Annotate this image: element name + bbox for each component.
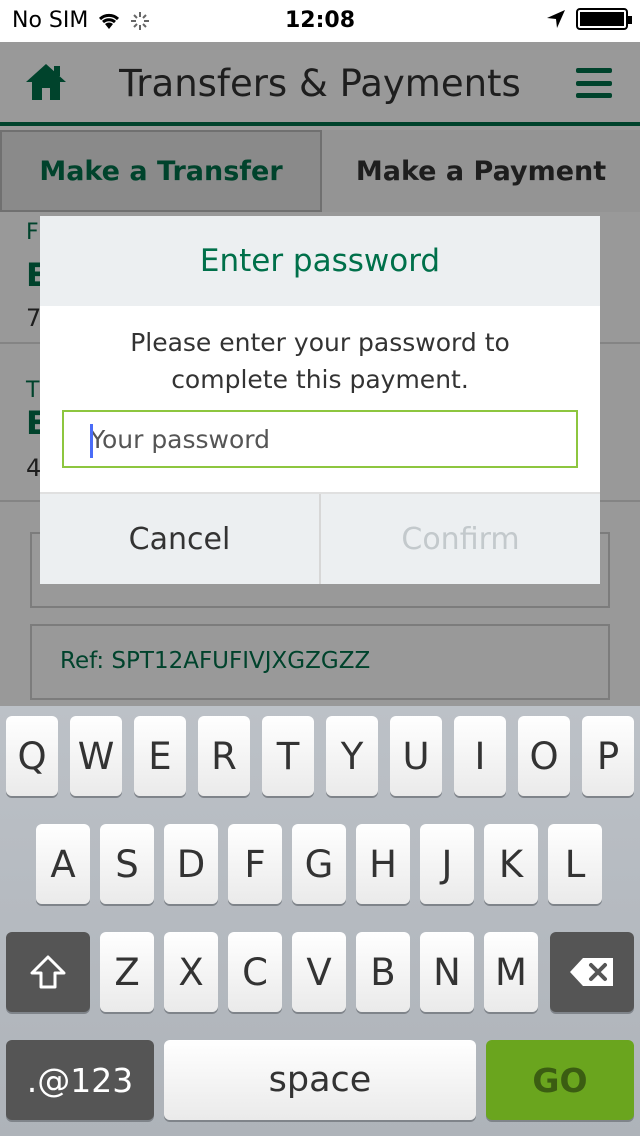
key-u[interactable]: U (390, 716, 442, 796)
key-b[interactable]: B (356, 932, 410, 1012)
key-k[interactable]: K (484, 824, 538, 904)
key-z[interactable]: Z (100, 932, 154, 1012)
key-j[interactable]: J (420, 824, 474, 904)
key-h[interactable]: H (356, 824, 410, 904)
key-l[interactable]: L (548, 824, 602, 904)
status-right (546, 8, 632, 30)
key-o[interactable]: O (518, 716, 570, 796)
confirm-button[interactable]: Confirm (321, 494, 600, 584)
key-t[interactable]: T (262, 716, 314, 796)
key-f[interactable]: F (228, 824, 282, 904)
backspace-icon (570, 958, 613, 986)
password-input[interactable] (64, 412, 576, 466)
battery-icon (576, 8, 632, 30)
key-d[interactable]: D (164, 824, 218, 904)
key-x[interactable]: X (164, 932, 218, 1012)
key-m[interactable]: M (484, 932, 538, 1012)
key-q[interactable]: Q (6, 716, 58, 796)
key-r[interactable]: R (198, 716, 250, 796)
onscreen-keyboard: Q W E R T Y U I O P A S D F G H J K L Z … (0, 706, 640, 1136)
status-time: 12:08 (284, 8, 356, 33)
shift-key[interactable] (6, 932, 90, 1012)
key-p[interactable]: P (582, 716, 634, 796)
text-caret (90, 424, 93, 458)
cancel-button[interactable]: Cancel (40, 494, 321, 584)
location-arrow-icon (547, 10, 565, 28)
dialog-message: Please enter your password to complete t… (40, 324, 600, 398)
dialog-title: Enter password (40, 216, 600, 306)
key-g[interactable]: G (292, 824, 346, 904)
space-key[interactable]: space (164, 1040, 476, 1120)
key-v[interactable]: V (292, 932, 346, 1012)
key-i[interactable]: I (454, 716, 506, 796)
key-s[interactable]: S (100, 824, 154, 904)
key-w[interactable]: W (70, 716, 122, 796)
go-key[interactable]: GO (486, 1040, 634, 1120)
key-y[interactable]: Y (326, 716, 378, 796)
dialog-buttons: Cancel Confirm (40, 492, 600, 584)
password-field-container (62, 410, 578, 468)
key-c[interactable]: C (228, 932, 282, 1012)
key-a[interactable]: A (36, 824, 90, 904)
numbers-key[interactable]: .@123 (6, 1040, 154, 1120)
password-dialog: Enter password Please enter your passwor… (40, 216, 600, 584)
shift-arrow-icon (30, 955, 66, 989)
status-bar: No SIM 12:08 (0, 0, 640, 42)
key-e[interactable]: E (134, 716, 186, 796)
dialog-message-line-2: complete this payment. (171, 365, 469, 394)
key-n[interactable]: N (420, 932, 474, 1012)
dialog-message-line-1: Please enter your password to (130, 328, 510, 357)
backspace-key[interactable] (550, 932, 634, 1012)
